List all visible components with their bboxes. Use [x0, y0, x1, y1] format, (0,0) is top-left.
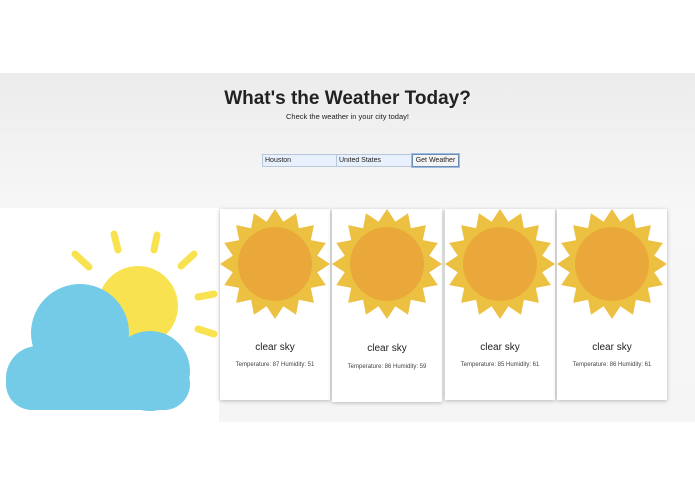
city-input[interactable]	[262, 154, 337, 167]
card-condition: clear sky	[367, 343, 407, 354]
forecast-card: clear sky Temperature: 86 Humidity: 59	[332, 209, 442, 402]
country-input[interactable]	[337, 154, 412, 167]
forecast-card: clear sky Temperature: 85 Humidity: 61	[445, 209, 555, 400]
forecast-card: clear sky Temperature: 86 Humidity: 61	[557, 209, 667, 400]
get-weather-button[interactable]: Get Weather	[412, 154, 459, 167]
card-stats: Temperature: 86 Humidity: 61	[572, 362, 652, 368]
sun-icon	[220, 209, 330, 319]
card-condition: clear sky	[480, 342, 520, 353]
hero-illustration	[0, 208, 219, 422]
page-subtitle: Check the weather in your city today!	[286, 112, 409, 121]
sun-icon	[445, 209, 555, 319]
search-form: Get Weather	[262, 154, 459, 167]
sun-behind-cloud-icon	[6, 230, 218, 411]
forecast-card: clear sky Temperature: 87 Humidity: 51	[220, 209, 330, 400]
card-condition: clear sky	[592, 342, 632, 353]
weather-app: What's the Weather Today? Check the weat…	[0, 0, 695, 494]
card-stats: Temperature: 87 Humidity: 51	[235, 362, 315, 368]
sun-icon	[557, 209, 667, 319]
card-stats: Temperature: 86 Humidity: 59	[347, 364, 427, 370]
card-condition: clear sky	[255, 342, 295, 353]
page-title: What's the Weather Today?	[224, 88, 471, 109]
sun-icon	[332, 209, 442, 319]
card-stats: Temperature: 85 Humidity: 61	[460, 362, 540, 368]
